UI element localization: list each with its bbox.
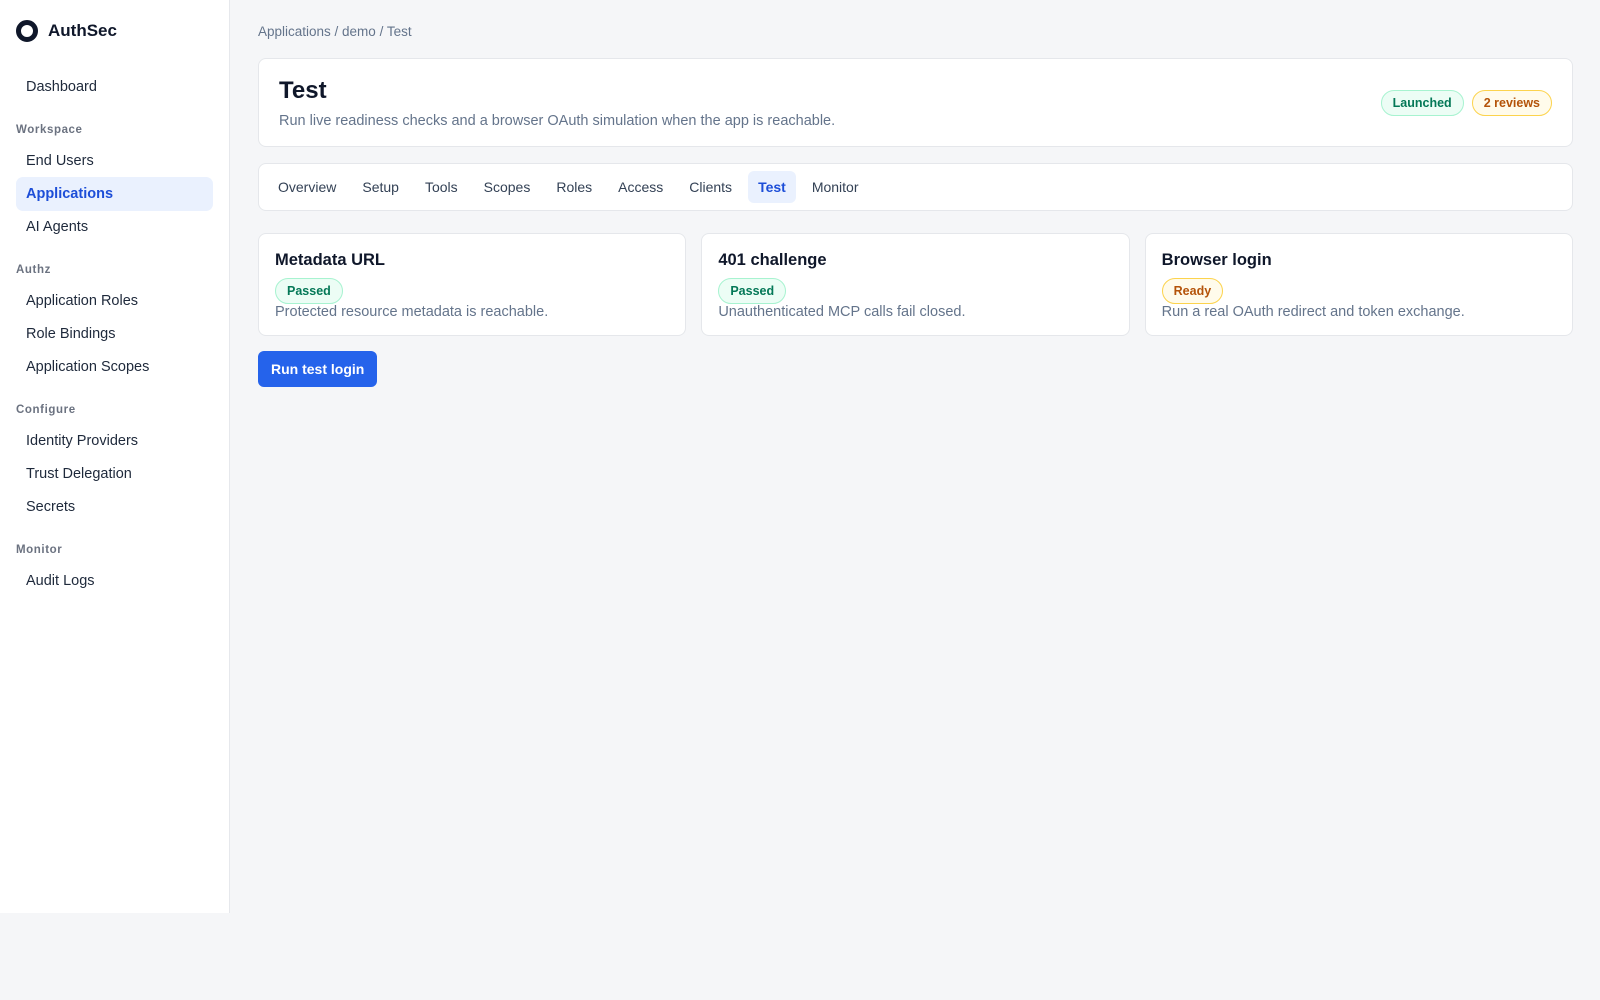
run-test-login-button[interactable]: Run test login — [258, 351, 378, 387]
brand[interactable]: AuthSec — [16, 20, 117, 42]
sidebar-item-applications[interactable]: Applications — [16, 177, 213, 211]
tab-setup[interactable]: Setup — [352, 171, 409, 203]
header-badges: Launched 2 reviews — [1380, 90, 1552, 116]
check-status-badge: Ready — [1161, 278, 1224, 304]
sidebar: AuthSec Dashboard Workspace End Users Ap… — [0, 0, 230, 913]
sidebar-section-configure: Configure — [16, 404, 76, 416]
tab-overview[interactable]: Overview — [268, 171, 346, 203]
check-card-browser-login: Browser login Ready Run a real OAuth red… — [1144, 233, 1573, 336]
sidebar-item-identity-providers[interactable]: Identity Providers — [16, 424, 213, 458]
tab-clients[interactable]: Clients — [679, 171, 742, 203]
sidebar-item-application-scopes[interactable]: Application Scopes — [16, 350, 213, 384]
brand-name: AuthSec — [48, 21, 117, 40]
page-header-card: Test Run live readiness checks and a bro… — [258, 58, 1573, 147]
sidebar-item-secrets[interactable]: Secrets — [16, 490, 213, 524]
tab-test[interactable]: Test — [748, 171, 796, 203]
tab-monitor[interactable]: Monitor — [802, 171, 869, 203]
check-description: Run a real OAuth redirect and token exch… — [1161, 304, 1465, 320]
tab-scopes[interactable]: Scopes — [474, 171, 541, 203]
check-description: Unauthenticated MCP calls fail closed. — [718, 304, 966, 320]
page-subtitle: Run live readiness checks and a browser … — [279, 113, 836, 129]
check-status-badge: Passed — [275, 278, 343, 304]
check-description: Protected resource metadata is reachable… — [275, 304, 549, 320]
check-card-401-challenge: 401 challenge Passed Unauthenticated MCP… — [701, 233, 1130, 336]
check-status-badge: Passed — [718, 278, 787, 304]
sidebar-item-audit-logs[interactable]: Audit Logs — [16, 564, 213, 598]
sidebar-item-trust-delegation[interactable]: Trust Delegation — [16, 457, 213, 491]
breadcrumb: Applications / demo / Test — [258, 24, 412, 39]
app-tabs: Overview Setup Tools Scopes Roles Access… — [258, 163, 1573, 211]
sidebar-item-role-bindings[interactable]: Role Bindings — [16, 317, 213, 351]
sidebar-section-workspace: Workspace — [16, 124, 83, 136]
check-title: Metadata URL — [275, 251, 386, 269]
sidebar-item-dashboard[interactable]: Dashboard — [16, 70, 213, 104]
page-title: Test — [279, 77, 327, 104]
check-title: 401 challenge — [718, 251, 827, 269]
tab-roles[interactable]: Roles — [546, 171, 602, 203]
tab-access[interactable]: Access — [608, 171, 673, 203]
sidebar-item-end-users[interactable]: End Users — [16, 144, 213, 178]
sidebar-section-monitor: Monitor — [16, 544, 63, 556]
launched-status-badge: Launched — [1380, 90, 1464, 116]
sidebar-section-authz: Authz — [16, 264, 51, 276]
check-title: Browser login — [1161, 251, 1272, 269]
ring-logo-icon — [16, 20, 38, 42]
reviews-count-badge[interactable]: 2 reviews — [1471, 90, 1552, 116]
sidebar-item-application-roles[interactable]: Application Roles — [16, 284, 213, 318]
sidebar-item-ai-agents[interactable]: AI Agents — [16, 210, 213, 244]
tab-tools[interactable]: Tools — [415, 171, 468, 203]
check-card-metadata-url: Metadata URL Passed Protected resource m… — [258, 233, 687, 336]
check-cards: Metadata URL Passed Protected resource m… — [258, 233, 1573, 336]
